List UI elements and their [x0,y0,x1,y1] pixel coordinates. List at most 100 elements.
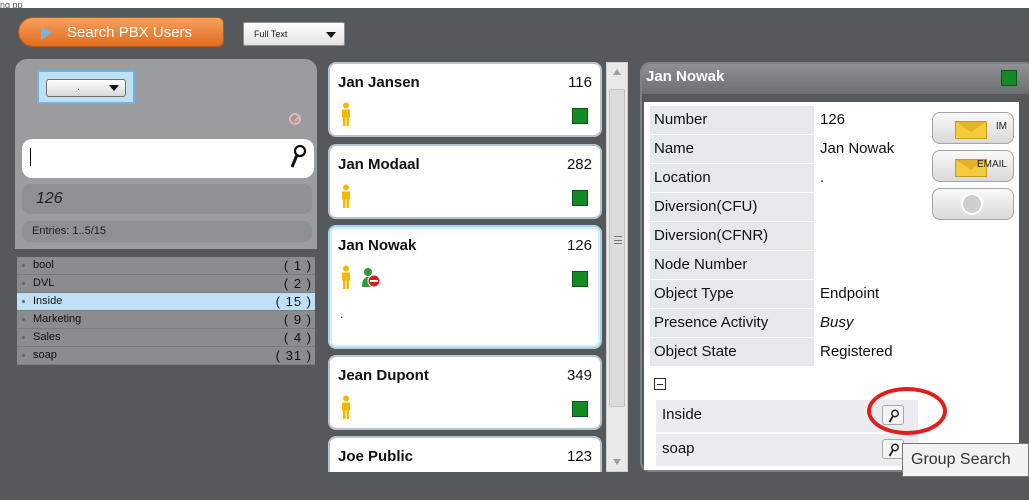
group-count: ( 2 ) [283,276,312,291]
card-list-scrollbar[interactable] [606,62,628,472]
group-count: ( 31 ) [275,348,312,363]
grip-icon [614,236,622,244]
person-icon [342,395,350,419]
property-key: Location [650,164,814,192]
property-value: 126 [820,111,846,128]
status-indicator [572,271,588,287]
bullet-icon [22,300,25,303]
property-value: Busy [820,314,854,331]
user-number: 349 [566,367,592,384]
filter-select-box[interactable]: . [46,79,126,97]
property-row: Node Number [650,251,920,280]
property-value [816,251,920,279]
properties-table: Number 126 Name Jan Nowak Location. Divers… [650,106,920,367]
im-button[interactable]: IM [932,112,1014,144]
email-button[interactable]: EMAIL [932,150,1014,182]
group-item-sales[interactable]: Sales ( 4 ) [17,329,315,347]
group-search-button[interactable] [882,439,904,459]
search-mode-select[interactable]: Full Text [243,22,345,46]
clear-icon[interactable] [289,113,301,125]
property-value: Jan Nowak [820,140,895,157]
property-key: Object Type [650,280,814,308]
member-group-name: Inside [662,406,703,423]
envelope-icon [955,121,987,139]
person-icon [342,265,350,289]
user-card[interactable]: Jean Dupont 349 [328,355,602,430]
user-card-list: Jan Jansen 116 Jan Modaal 282 Jan Nowak … [328,62,602,472]
property-row: Object State Registered [650,338,920,367]
group-item-inside[interactable]: Inside ( 15 ) [17,293,315,311]
status-indicator [572,108,588,124]
property-value: . [820,169,825,186]
do-not-disturb-icon [362,268,380,288]
member-group-name: soap [662,440,695,457]
phone-icon [961,193,983,215]
property-row: Diversion(CFNR) [650,222,920,251]
collapse-icon[interactable] [654,378,666,390]
group-name: Marketing [33,313,82,325]
bullet-icon [22,336,25,339]
search-mode-value: Full Text [254,29,288,39]
user-card[interactable]: Jan Modaal 282 [328,144,602,219]
property-key: Name [650,135,814,163]
user-number: 123 [566,448,592,465]
user-card[interactable]: Joe Public 123 [328,436,602,472]
bullet-icon [22,282,25,285]
group-item-bool[interactable]: bool ( 1 ) [17,257,315,275]
property-row: Number 126 [650,106,920,135]
user-number: 126 [566,237,592,254]
property-row: Presence Activity Busy [650,309,920,338]
property-key: Number [650,106,814,134]
group-item-dvl[interactable]: DVL ( 2 ) [17,275,315,293]
property-row: Location. [650,164,920,193]
group-item-marketing[interactable]: Marketing ( 9 ) [17,311,315,329]
user-name: Jan Nowak [338,237,417,254]
chevron-down-icon [109,85,119,91]
property-key: Node Number [650,251,814,279]
group-count: ( 9 ) [283,312,312,327]
highlight-circle [867,387,947,435]
user-name: Jean Dupont [338,367,429,384]
person-icon [342,184,350,208]
filter-select[interactable]: . [37,70,135,104]
property-key: Object State [650,338,814,366]
play-icon [41,26,52,40]
search-pbx-users-tab[interactable]: Search PBX Users [18,17,224,47]
im-button-label: IM [995,121,1007,132]
user-card-selected[interactable]: Jan Nowak 126 . [328,225,602,349]
scroll-up-icon[interactable] [613,69,621,75]
property-row: Name Jan Nowak [650,135,920,164]
group-item-soap[interactable]: soap ( 31 ) [17,347,315,365]
property-key: Diversion(CFU) [650,193,814,221]
search-icon [888,443,899,457]
group-name: bool [33,259,54,271]
bullet-icon [22,264,25,267]
member-group-soap: soap [656,434,918,466]
status-indicator [572,190,588,206]
user-extra: . [340,307,344,321]
cropped-text: ng pp [0,0,23,8]
group-name: soap [33,349,57,361]
top-strip: ng pp [0,0,1029,8]
group-count: ( 4 ) [283,330,312,345]
property-key: Presence Activity [650,309,814,337]
property-row: Diversion(CFU) [650,193,920,222]
property-value: Endpoint [820,285,880,302]
search-input[interactable] [22,139,314,178]
email-button-label: EMAIL [976,159,1007,170]
user-name: Jan Jansen [338,74,420,91]
scroll-down-icon[interactable] [613,459,621,465]
user-name: Jan Modaal [338,156,420,173]
scroll-thumb[interactable] [609,89,625,407]
search-icon[interactable] [290,144,306,170]
call-button[interactable] [932,188,1014,220]
property-value [816,193,920,221]
property-key: Diversion(CFNR) [650,222,814,250]
user-card[interactable]: Jan Jansen 116 [328,62,602,137]
group-count: ( 15 ) [275,294,312,309]
chevron-down-icon [326,32,336,38]
group-name: Sales [33,331,61,343]
property-value [816,222,920,250]
group-list: bool ( 1 ) DVL ( 2 ) Inside ( 15 ) Marketin… [17,257,315,365]
group-name: DVL [33,277,55,289]
